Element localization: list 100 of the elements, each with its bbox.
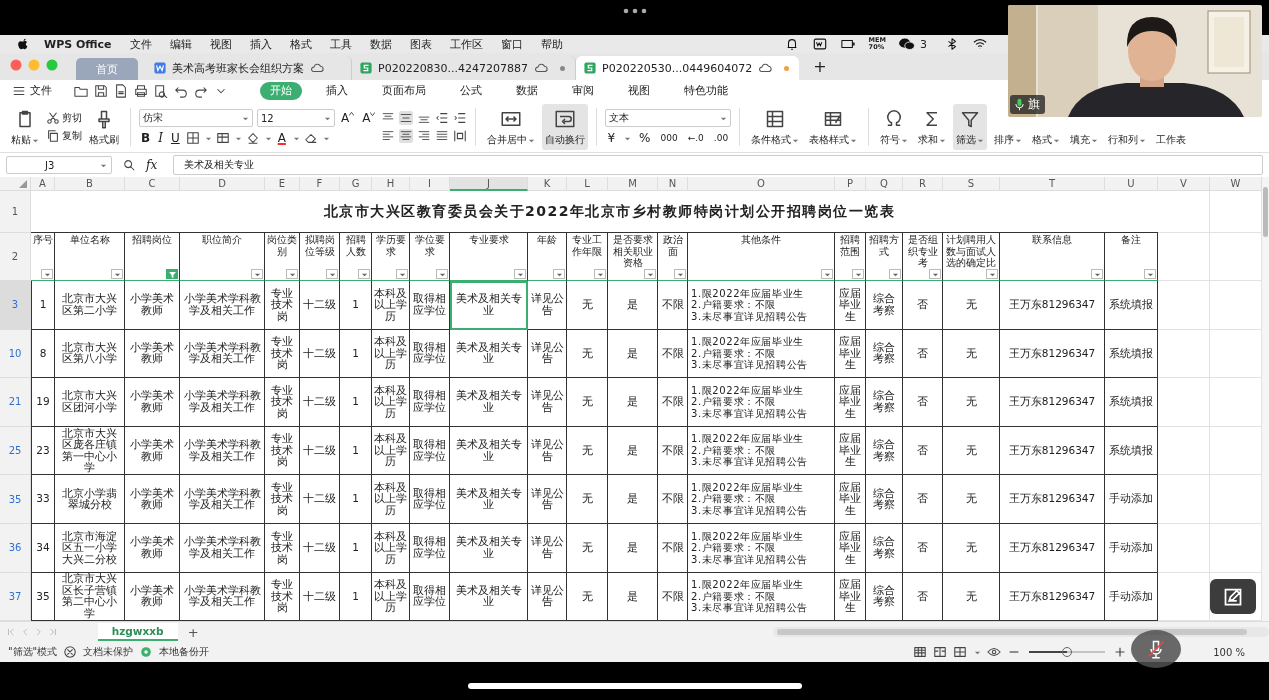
underline-button[interactable]: U (168, 131, 182, 145)
filter-dropdown-button[interactable] (821, 269, 833, 279)
add-sheet-button[interactable]: + (187, 624, 199, 640)
filter-dropdown-button[interactable] (166, 269, 178, 279)
ribbon-tab[interactable]: 数据 (506, 82, 548, 100)
column-letter[interactable]: E (265, 177, 300, 191)
filter-dropdown-button[interactable] (674, 269, 686, 279)
ribbon-tab[interactable]: 视图 (618, 82, 660, 100)
filter-dropdown-button[interactable] (644, 269, 656, 279)
filter-dropdown-button[interactable] (1091, 269, 1103, 279)
sort-button[interactable]: 排序 (991, 130, 1026, 150)
app-name[interactable]: WPS Office (44, 37, 112, 51)
file-menu[interactable]: 文件 (30, 84, 52, 98)
column-letter[interactable]: M (608, 177, 658, 191)
menu-item[interactable]: 图表 (409, 36, 432, 52)
decrease-decimal-button[interactable]: .00 (711, 133, 731, 143)
merge-center-button[interactable]: 合并居中 (484, 104, 539, 150)
currency-button[interactable]: ¥ (605, 131, 618, 145)
filter-dropdown-button[interactable] (286, 269, 298, 279)
row-header[interactable]: 37 (0, 572, 31, 621)
row-header[interactable]: 36 (0, 523, 31, 573)
column-letter[interactable]: C (125, 177, 180, 191)
ribbon-tab[interactable]: 页面布局 (372, 82, 436, 100)
row-header[interactable]: 10 (0, 329, 31, 379)
column-letter[interactable]: Q (866, 177, 903, 191)
filter-dropdown-button[interactable] (326, 269, 338, 279)
align-icon[interactable] (417, 129, 432, 143)
column-letter[interactable]: F (300, 177, 340, 191)
font-color-button[interactable]: A (275, 131, 288, 145)
filter-dropdown-button[interactable] (1144, 269, 1156, 279)
menu-item[interactable]: 窗口 (500, 36, 523, 52)
conditional-format-button[interactable]: 条件格式 (748, 104, 803, 150)
zoom-level[interactable]: 100 % (1213, 646, 1245, 658)
apple-icon[interactable] (16, 37, 30, 51)
filter-dropdown-button[interactable] (594, 269, 606, 279)
filter-dropdown-button[interactable] (436, 269, 448, 279)
filter-dropdown-button[interactable] (111, 269, 123, 279)
fill-button[interactable]: 填充 (1067, 130, 1102, 150)
row-header[interactable]: 25 (0, 426, 31, 476)
filter-dropdown-button[interactable] (986, 269, 998, 279)
symbol-button[interactable]: 符号 (877, 104, 912, 150)
ribbon-tab[interactable]: 审阅 (562, 82, 604, 100)
document-tab[interactable]: 美术高考班家长会组织方案 (146, 56, 352, 80)
shrink-font-button[interactable]: A (360, 111, 378, 125)
format-button[interactable]: 格式 (1029, 130, 1064, 150)
document-tab[interactable]: P020220530...0449604072 (576, 56, 800, 80)
column-letter[interactable]: A (31, 177, 55, 191)
document-icon[interactable] (812, 37, 827, 51)
more-icon[interactable] (622, 8, 647, 14)
menu-item[interactable]: 工具 (329, 36, 352, 52)
new-tab-button[interactable]: + (813, 57, 827, 76)
menu-item[interactable]: 格式 (289, 36, 312, 52)
menu-item[interactable]: 插入 (249, 36, 272, 52)
column-letter[interactable]: V (1158, 177, 1210, 191)
column-letter[interactable]: U (1105, 177, 1158, 191)
column-letter[interactable]: L (567, 177, 608, 191)
filter-dropdown-button[interactable] (358, 269, 370, 279)
row-header[interactable]: 2 (0, 233, 31, 281)
column-letter[interactable]: O (688, 177, 835, 191)
filter-button[interactable]: 筛选 (953, 104, 988, 150)
formula-field[interactable]: 美术及相关专业 (173, 155, 1263, 175)
thousands-button[interactable]: 000 (658, 133, 680, 143)
floating-window-button[interactable] (1210, 579, 1256, 614)
filter-dropdown-button[interactable] (251, 269, 263, 279)
select-all-icon[interactable] (19, 180, 27, 188)
row-header[interactable]: 35 (0, 475, 31, 524)
ribbon-tab[interactable]: 公式 (450, 82, 492, 100)
row-header[interactable]: 1 (0, 191, 31, 233)
align-icon[interactable] (381, 129, 396, 143)
column-letter[interactable]: B (55, 177, 125, 191)
wrap-text-button[interactable]: 自动换行 (542, 104, 589, 150)
filter-dropdown-button[interactable] (41, 269, 53, 279)
sum-button[interactable]: 求和 (915, 104, 950, 150)
document-tab[interactable]: P020220830...4247207887 (352, 56, 577, 80)
scrollbar[interactable] (1262, 177, 1269, 621)
column-letter[interactable]: K (528, 177, 567, 191)
column-letter[interactable]: S (943, 177, 1000, 191)
column-letter[interactable]: H (372, 177, 410, 191)
align-icon[interactable] (399, 111, 414, 125)
number-format-dropdown[interactable]: 文本 (605, 109, 732, 127)
menu-item[interactable]: 数据 (369, 36, 392, 52)
column-letter[interactable]: G (340, 177, 372, 191)
align-icon[interactable] (399, 129, 414, 143)
filter-dropdown-button[interactable] (852, 269, 864, 279)
font-size-dropdown[interactable]: 12 (257, 109, 335, 127)
column-letter[interactable]: P (835, 177, 866, 191)
sheet-tab[interactable]: hzgwxxb (97, 623, 178, 641)
ribbon-tab[interactable]: 特色功能 (674, 82, 738, 100)
ribbon-tab[interactable]: 插入 (316, 82, 358, 100)
column-letter[interactable]: T (1000, 177, 1105, 191)
increase-decimal-button[interactable]: ←.0 (685, 133, 706, 143)
name-box[interactable]: J3 (6, 156, 112, 174)
cut-button[interactable]: 剪切 (46, 111, 82, 125)
column-letter[interactable]: J (450, 177, 528, 191)
filter-dropdown-button[interactable] (929, 269, 941, 279)
filter-dropdown-button[interactable] (889, 269, 901, 279)
filter-dropdown-button[interactable] (514, 269, 526, 279)
paste-button[interactable]: 粘贴 (8, 104, 42, 150)
row-header[interactable]: 3 (0, 281, 31, 330)
chat-icon[interactable] (898, 37, 916, 51)
